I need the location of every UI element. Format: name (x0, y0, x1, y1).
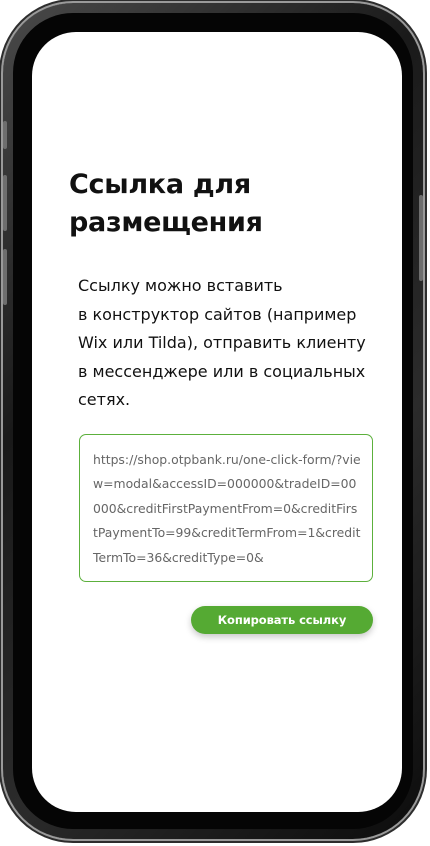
link-url-text[interactable]: https://shop.otpbank.ru/one-click-form/?… (93, 448, 362, 570)
volume-down-button (3, 249, 7, 305)
mute-switch (3, 121, 7, 149)
copy-link-button[interactable]: Копировать ссылку (191, 606, 373, 634)
phone-frame: Ссылка для размещения Ссылку можно встав… (3, 3, 423, 839)
page-description: Ссылку можно вставить в конструктор сайт… (78, 276, 366, 409)
phone-bezel: Ссылка для размещения Ссылку можно встав… (13, 13, 413, 829)
page-title: Ссылка для размещения (69, 169, 263, 238)
power-button (419, 195, 423, 281)
volume-up-button (3, 175, 7, 231)
phone-screen: Ссылка для размещения Ссылку можно встав… (32, 32, 402, 812)
link-field[interactable]: https://shop.otpbank.ru/one-click-form/?… (79, 434, 373, 582)
